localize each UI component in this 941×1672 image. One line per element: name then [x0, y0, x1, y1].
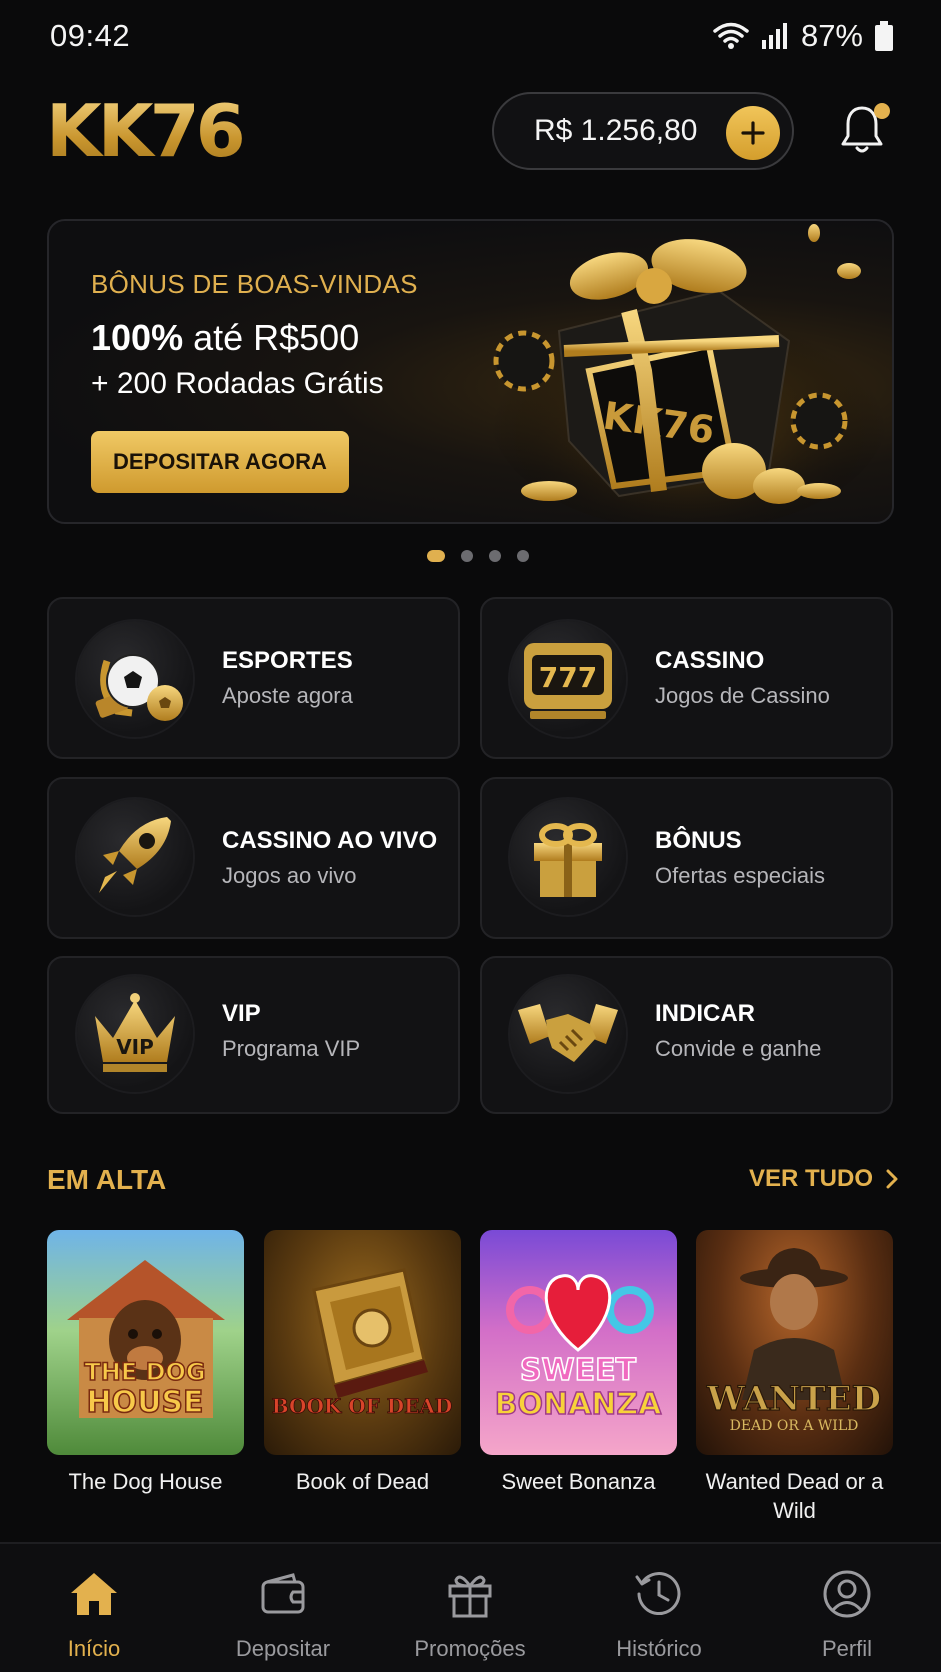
- game-name: Book of Dead: [295, 1469, 430, 1494]
- profile-icon: [772, 1568, 922, 1620]
- game-art-title-line2: DEAD OR A WILD: [730, 1418, 859, 1434]
- balance-pill[interactable]: R$ 1.256,80: [492, 92, 794, 170]
- game-thumbnail: THE DOG HOUSE: [47, 1230, 244, 1455]
- category-refer[interactable]: INDICAR Convide e ganhe: [480, 956, 893, 1114]
- see-all-label: VER TUDO: [749, 1165, 874, 1192]
- nav-label: Início: [67, 1636, 121, 1661]
- plus-icon: [741, 121, 765, 145]
- category-live-casino[interactable]: CASSINO AO VIVO Jogos ao vivo: [47, 777, 460, 939]
- nav-label: Promoções: [414, 1636, 526, 1661]
- game-thumbnail: SWEET BONANZA: [480, 1230, 677, 1455]
- add-funds-button[interactable]: [726, 106, 780, 160]
- game-thumbnail: BOOK OF DEAD: [264, 1230, 461, 1455]
- category-subtitle: Programa VIP: [222, 1036, 361, 1061]
- game-card-wanted-dead-or-a-wild[interactable]: WANTED DEAD OR A WILD Wanted Dead or a W…: [696, 1230, 893, 1525]
- category-bonus[interactable]: BÔNUS Ofertas especiais: [480, 777, 893, 939]
- wifi-icon: [713, 22, 749, 49]
- carousel-dot[interactable]: [460, 550, 473, 562]
- category-title: ESPORTES: [222, 647, 353, 674]
- game-art-title-line1: WANTED: [706, 1379, 881, 1419]
- game-thumbnail: WANTED DEAD OR A WILD: [696, 1230, 893, 1455]
- carousel-dot[interactable]: [426, 550, 445, 562]
- gift-box-illustration: KK76: [489, 224, 889, 522]
- status-bar: 09:42 87%: [0, 0, 941, 72]
- game-art-title-line1: SWEET: [520, 1353, 637, 1388]
- category-subtitle: Jogos ao vivo: [222, 863, 357, 888]
- game-card-book-of-dead[interactable]: BOOK OF DEAD Book of Dead: [264, 1230, 461, 1496]
- home-icon: [19, 1568, 169, 1620]
- gift-icon: [510, 799, 626, 915]
- category-title: CASSINO: [655, 647, 765, 674]
- balance-amount: R$ 1.256,80: [534, 114, 698, 147]
- see-all-link[interactable]: VER TUDO: [749, 1165, 899, 1193]
- nav-item-promocoes[interactable]: Promoções: [395, 1568, 545, 1662]
- app-header: KK76 R$ 1.256,80: [0, 90, 941, 172]
- nav-item-depositar[interactable]: Depositar: [208, 1568, 358, 1662]
- notifications-button[interactable]: [838, 102, 890, 158]
- wallet-icon: [208, 1568, 358, 1620]
- game-art-title-line2: HOUSE: [86, 1385, 203, 1420]
- category-subtitle: Jogos de Cassino: [655, 683, 830, 708]
- banner-headline-amount: até R$500: [183, 317, 360, 358]
- game-art-title: BOOK OF DEAD: [272, 1394, 453, 1418]
- banner-subheadline: + 200 Rodadas Grátis: [91, 367, 384, 400]
- slot-reels: 777: [539, 661, 597, 694]
- game-art-title-line2: BONANZA: [495, 1387, 663, 1422]
- category-title: CASSINO AO VIVO: [222, 827, 438, 854]
- game-art-title-line1: THE DOG: [84, 1358, 205, 1386]
- trending-title: EM ALTA: [47, 1164, 167, 1195]
- nav-item-historico[interactable]: Histórico: [584, 1568, 734, 1662]
- carousel-dots: [0, 550, 941, 562]
- category-subtitle: Ofertas especiais: [655, 863, 825, 888]
- nav-label: Histórico: [616, 1636, 702, 1661]
- category-title: INDICAR: [655, 1000, 755, 1027]
- game-name: Sweet Bonanza: [501, 1469, 656, 1494]
- category-subtitle: Aposte agora: [222, 683, 353, 708]
- history-icon: [584, 1568, 734, 1620]
- battery-icon: [875, 21, 893, 51]
- category-title: BÔNUS: [655, 827, 742, 854]
- category-casino[interactable]: 777 CASSINO Jogos de Cassino: [480, 597, 893, 759]
- crown-icon: VIP: [77, 976, 193, 1092]
- game-card-sweet-bonanza[interactable]: SWEET BONANZA Sweet Bonanza: [480, 1230, 677, 1496]
- category-vip[interactable]: VIP VIP Programa VIP: [47, 956, 460, 1114]
- banner-eyebrow: BÔNUS DE BOAS-VINDAS: [91, 269, 418, 299]
- banner-headline-percent: 100%: [91, 317, 184, 358]
- nav-label: Depositar: [235, 1636, 331, 1661]
- category-sports[interactable]: ESPORTES Aposte agora: [47, 597, 460, 759]
- bottom-nav: Início Depositar Promoções Histórico Per…: [0, 1542, 941, 1672]
- game-name: The Dog House: [68, 1469, 223, 1494]
- app-logo[interactable]: KK76: [46, 94, 246, 168]
- category-subtitle: Convide e ganhe: [655, 1036, 822, 1061]
- carousel-dot[interactable]: [488, 550, 501, 562]
- soccer-ball-icon: [77, 621, 193, 737]
- nav-item-inicio[interactable]: Início: [19, 1568, 169, 1662]
- game-card-the-dog-house[interactable]: THE DOG HOUSE The Dog House: [47, 1230, 244, 1496]
- slot-machine-icon: 777: [510, 621, 626, 737]
- status-icons: 87%: [713, 18, 893, 54]
- status-time: 09:42: [50, 18, 131, 53]
- deposit-now-button[interactable]: DEPOSITAR AGORA: [91, 431, 349, 493]
- bell-icon: [841, 103, 890, 153]
- battery-percent: 87%: [800, 18, 863, 53]
- handshake-icon: [510, 976, 626, 1092]
- gift-icon: [395, 1568, 545, 1620]
- nav-item-perfil[interactable]: Perfil: [772, 1568, 922, 1662]
- category-title: VIP: [222, 1000, 261, 1027]
- carousel-dot[interactable]: [516, 550, 529, 562]
- rocket-icon: [77, 799, 193, 915]
- banner-headline: 100% até R$500: [91, 317, 359, 359]
- promo-banner[interactable]: BÔNUS DE BOAS-VINDAS 100% até R$500 + 20…: [47, 219, 894, 524]
- signal-icon: [761, 23, 787, 49]
- nav-label: Perfil: [821, 1636, 873, 1661]
- vip-badge-text: VIP: [116, 1035, 154, 1059]
- game-name: Wanted Dead or a Wild: [705, 1469, 884, 1523]
- chevron-right-icon: [886, 1169, 898, 1189]
